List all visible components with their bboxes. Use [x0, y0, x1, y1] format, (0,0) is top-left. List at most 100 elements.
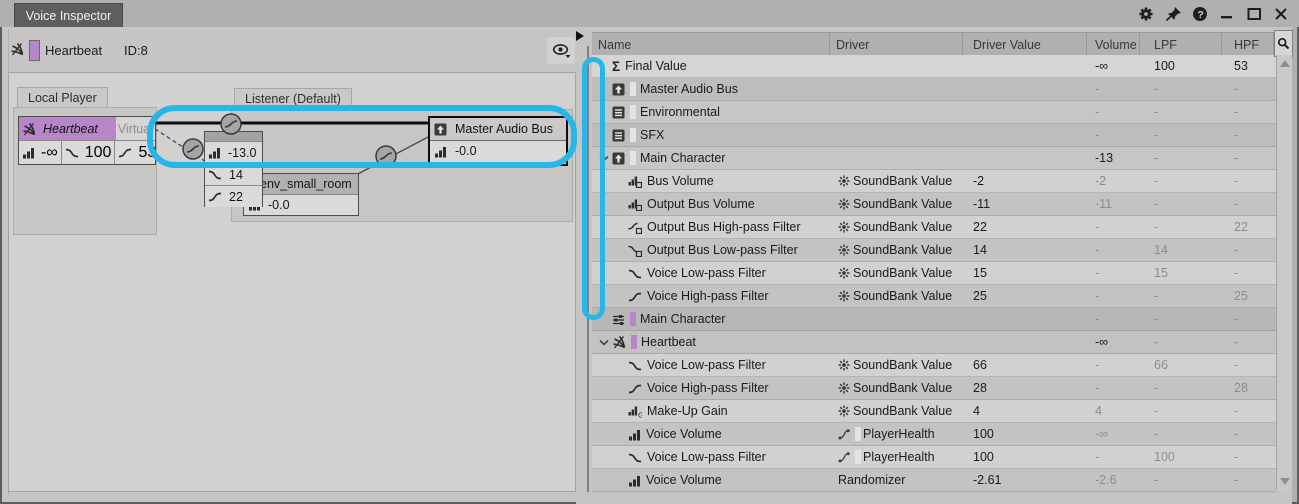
- driver-value: -2: [963, 170, 1087, 192]
- column-header-driver[interactable]: Driver: [830, 33, 963, 56]
- table-row[interactable]: ΣFinal Value-∞10053: [592, 55, 1276, 78]
- maximize-button[interactable]: [1246, 6, 1262, 22]
- table-row[interactable]: Voice VolumePlayerHealth100-∞--: [592, 423, 1276, 446]
- meter-bar: [855, 450, 861, 464]
- table-row[interactable]: Bus VolumeSoundBank Value-2-2--: [592, 170, 1276, 193]
- tab-voice-inspector[interactable]: Voice Inspector: [14, 3, 123, 28]
- soundbank-icon: [838, 175, 850, 187]
- help-button[interactable]: ?: [1192, 6, 1208, 22]
- scroll-down-icon[interactable]: [1280, 478, 1290, 485]
- table-row[interactable]: Output Bus VolumeSoundBank Value-11-11--: [592, 193, 1276, 216]
- table-row[interactable]: Voice Low-pass FilterSoundBank Value66-6…: [592, 354, 1276, 377]
- lpf-icon: [628, 451, 642, 464]
- table-row[interactable]: Main Character---: [592, 308, 1276, 331]
- splitter-handle[interactable]: [587, 46, 589, 492]
- lpf-value: -: [1140, 400, 1222, 422]
- lpf-value: 14: [1140, 239, 1222, 261]
- collapse-arrow-icon[interactable]: [576, 31, 584, 41]
- volume-value: -: [1087, 377, 1140, 399]
- bus-icon: [612, 152, 625, 165]
- name-cell: Main Character: [592, 308, 830, 330]
- table-row[interactable]: Voice High-pass FilterSoundBank Value25-…: [592, 285, 1276, 308]
- name-cell: Voice High-pass Filter: [592, 285, 830, 307]
- voice-muted-icon: [10, 42, 24, 56]
- name-cell: GMake-Up Gain: [592, 400, 830, 422]
- inspected-voice-id: ID:8: [124, 43, 148, 58]
- row-name: Voice Low-pass Filter: [647, 450, 766, 464]
- bus-node-master-audio-bus[interactable]: Master Audio Bus -0.0: [428, 116, 568, 166]
- table-row[interactable]: Output Bus Low-pass FilterSoundBank Valu…: [592, 239, 1276, 262]
- volume-value: -: [1087, 446, 1140, 468]
- driver-value: 4: [963, 400, 1087, 422]
- hpf-value: 22: [1222, 216, 1274, 238]
- volume-value: -: [1087, 262, 1140, 284]
- column-header-name[interactable]: Name: [592, 33, 830, 56]
- table-row[interactable]: Main Character-13--: [592, 147, 1276, 170]
- highpass-icon: [118, 146, 132, 159]
- soundbank-icon: [838, 221, 850, 233]
- column-header-volume[interactable]: Volume: [1087, 33, 1140, 56]
- expander-icon[interactable]: [596, 339, 612, 346]
- driver-cell: PlayerHealth: [830, 423, 963, 445]
- soundbank-icon: [838, 267, 850, 279]
- driver-value: 66: [963, 354, 1087, 376]
- table-row[interactable]: Voice VolumeRandomizer-2.61-2.6--: [592, 469, 1276, 492]
- volume-value: -: [1087, 285, 1140, 307]
- minimize-button[interactable]: [1219, 6, 1235, 22]
- aux-node-volume: -0.0: [268, 198, 290, 212]
- name-cell: Master Audio Bus: [592, 78, 830, 100]
- table-row[interactable]: Voice High-pass FilterSoundBank Value28-…: [592, 377, 1276, 400]
- table-row[interactable]: GMake-Up GainSoundBank Value44--: [592, 400, 1276, 423]
- column-header-lpf[interactable]: LPF: [1140, 33, 1222, 56]
- table-row[interactable]: Output Bus High-pass FilterSoundBank Val…: [592, 216, 1276, 239]
- driver-cell: [830, 147, 963, 169]
- column-header-driver-value[interactable]: Driver Value: [963, 33, 1087, 56]
- hpf-value: -: [1222, 331, 1274, 353]
- table-row[interactable]: Environmental---: [592, 101, 1276, 124]
- driver-name: SoundBank Value: [853, 381, 952, 395]
- table-row[interactable]: Voice Low-pass FilterSoundBank Value15-1…: [592, 262, 1276, 285]
- hpf-value: -: [1222, 193, 1274, 215]
- voice-node-state: Virtual: [116, 117, 155, 140]
- name-cell: Heartbeat: [592, 331, 830, 353]
- driver-name: SoundBank Value: [853, 358, 952, 372]
- lpf-value: 15: [1140, 262, 1222, 284]
- expander-icon[interactable]: [596, 155, 612, 162]
- vertical-scrollbar[interactable]: [1276, 55, 1292, 490]
- driver-name: SoundBank Value: [853, 266, 952, 280]
- driver-cell: Randomizer: [830, 469, 963, 491]
- table-row[interactable]: Voice Low-pass FilterPlayerHealth100-100…: [592, 446, 1276, 469]
- driver-cell: PlayerHealth: [830, 446, 963, 468]
- table-row[interactable]: Heartbeat-∞--: [592, 331, 1276, 354]
- column-header-hpf[interactable]: HPF: [1222, 33, 1274, 56]
- pin-button[interactable]: [1165, 6, 1181, 22]
- connection-gain-node[interactable]: -13.0 14 22: [204, 131, 263, 207]
- close-button[interactable]: [1273, 6, 1289, 22]
- search-button[interactable]: [1274, 30, 1293, 57]
- settings-button[interactable]: [1138, 6, 1154, 22]
- table-row[interactable]: SFX---: [592, 124, 1276, 147]
- lpf-value: -: [1140, 216, 1222, 238]
- table-row[interactable]: Master Audio Bus---: [592, 78, 1276, 101]
- driver-value: [963, 308, 1087, 330]
- driver-name: SoundBank Value: [853, 220, 952, 234]
- lpf-value: -: [1140, 101, 1222, 123]
- lpf-value: -: [1140, 469, 1222, 491]
- hpf-value: 25: [1222, 285, 1274, 307]
- driver-cell: [830, 124, 963, 146]
- scroll-up-icon[interactable]: [1280, 60, 1290, 67]
- volume-value: -∞: [1087, 55, 1140, 77]
- volume-g-icon: G: [628, 405, 642, 418]
- lpf-value: -: [1140, 377, 1222, 399]
- graph-canvas: Local Player Listener (Default) env_smal…: [8, 72, 576, 492]
- hpf-value: -: [1222, 239, 1274, 261]
- pane-splitter[interactable]: [576, 27, 592, 504]
- row-name: Voice Volume: [646, 427, 722, 441]
- driver-value: 14: [963, 239, 1087, 261]
- hpf-value: -: [1222, 354, 1274, 376]
- visibility-options-button[interactable]: [547, 37, 575, 64]
- driver-value: 28: [963, 377, 1087, 399]
- lpf-value: -: [1140, 193, 1222, 215]
- voice-node-heartbeat[interactable]: Heartbeat Virtual -∞ 100 53: [18, 116, 156, 165]
- table-header: NameDriverDriver ValueVolumeLPFHPF: [592, 32, 1274, 57]
